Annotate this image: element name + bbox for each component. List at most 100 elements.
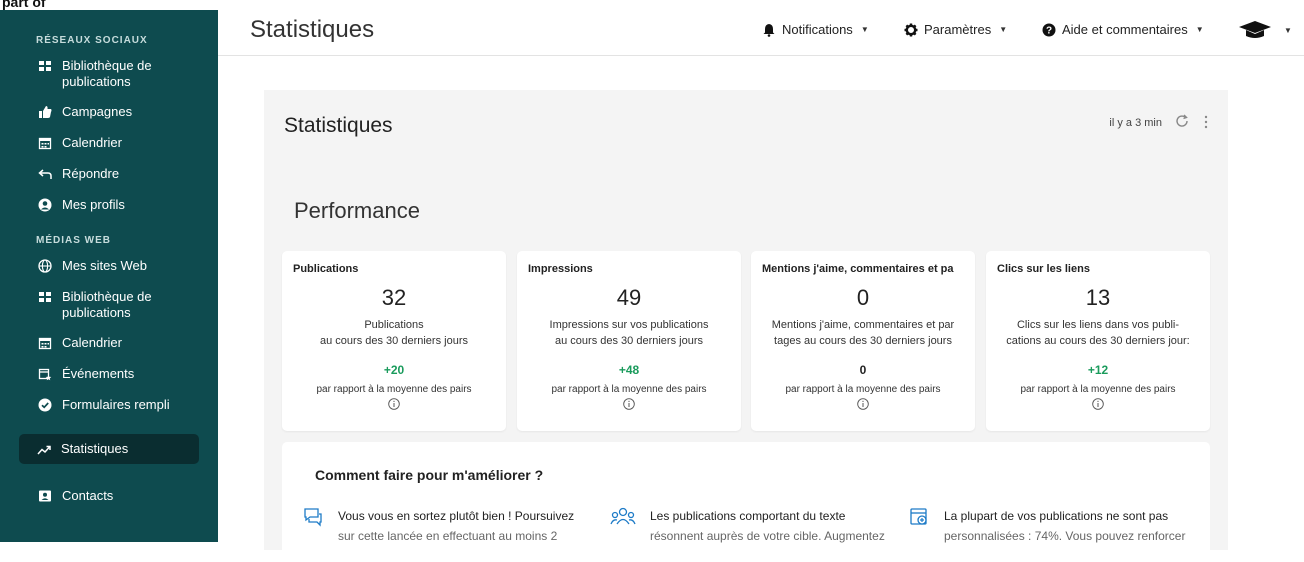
tip-text: La plupart de vos publications ne sont p… <box>944 509 1186 543</box>
sidebar-item-label: Statistiques <box>61 441 129 456</box>
tip-item: La plupart de vos publications ne sont p… <box>908 506 1185 546</box>
sidebar-item-contacts[interactable]: Contacts <box>0 488 218 519</box>
svg-text:?: ? <box>1046 25 1052 36</box>
sidebar-item-label: Formulaires rempli <box>62 397 170 412</box>
metric-card-link-clicks: Clics sur les liens 13 Clics sur les lie… <box>986 251 1210 431</box>
metric-delta: +20 <box>383 363 405 377</box>
trend-icon <box>37 443 51 457</box>
last-updated: il y a 3 min <box>1109 117 1162 129</box>
chevron-down-icon: ▼ <box>1195 25 1204 34</box>
section-heading-performance: Performance <box>294 198 420 223</box>
metric-delta: +48 <box>618 363 640 377</box>
bell-icon <box>762 23 776 37</box>
reply-icon <box>38 167 52 181</box>
help-icon: ? <box>1042 23 1056 37</box>
metric-value: 32 <box>381 285 407 310</box>
sidebar-item-label: Mes profils <box>62 197 125 212</box>
tip-text: Vous vous en sortez plutôt bien ! Poursu… <box>338 509 575 543</box>
sidebar-item-label: Bibliothèque de publications <box>62 58 152 89</box>
metric-description: Impressions sur vos publications au cours… <box>549 319 709 347</box>
page-title: Statistiques <box>250 16 375 43</box>
tip-text: Les publications comportant du texte réso… <box>650 509 885 543</box>
improvement-tips-card: Comment faire pour m'améliorer ? Vous vo… <box>282 442 1210 562</box>
more-vertical-icon[interactable] <box>1204 114 1208 130</box>
sidebar-item-events[interactable]: Événements <box>0 366 218 397</box>
metric-description: Publications au cours des 30 derniers jou… <box>320 319 468 347</box>
grid-icon <box>38 290 52 304</box>
metric-title: Mentions j'aime, commentaires et pa <box>762 263 954 275</box>
metric-value: 0 <box>856 285 870 310</box>
sidebar-item-label: Événements <box>62 366 135 381</box>
calendar-icon <box>38 136 52 150</box>
notifications-label: Notifications <box>782 22 853 37</box>
sidebar-item-calendar[interactable]: Calendrier <box>0 135 218 166</box>
metric-value: 49 <box>616 285 642 310</box>
chevron-down-icon: ▼ <box>860 25 869 34</box>
metric-delta: 0 <box>859 363 867 377</box>
info-icon[interactable] <box>857 398 869 410</box>
metric-title: Clics sur les liens <box>997 263 1090 275</box>
thumbs-up-icon <box>38 105 52 119</box>
sidebar-item-statistics[interactable]: Statistiques <box>19 434 199 464</box>
calendar-add-icon <box>910 508 927 525</box>
help-label: Aide et commentaires <box>1062 22 1188 37</box>
sidebar-item-label: Calendrier <box>62 335 122 350</box>
calendar-icon <box>38 336 52 350</box>
metric-peer-note: par rapport à la moyenne des pairs <box>316 384 472 395</box>
improvement-title: Comment faire pour m'améliorer ? <box>315 467 544 483</box>
check-circle-icon <box>38 398 52 412</box>
sidebar-item-label: Répondre <box>62 166 120 181</box>
metric-title: Publications <box>293 263 359 275</box>
gear-icon <box>904 23 918 37</box>
info-icon[interactable] <box>623 398 635 410</box>
settings-label: Paramètres <box>924 22 992 37</box>
notifications-menu[interactable]: Notifications ▼ <box>762 22 869 37</box>
help-menu[interactable]: ? Aide et commentaires ▼ <box>1042 22 1204 37</box>
sidebar-item-forms[interactable]: Formulaires rempli <box>0 397 218 428</box>
sidebar-item-web-calendar[interactable]: Calendrier <box>0 335 218 366</box>
sidebar-item-campaigns[interactable]: Campagnes <box>0 104 218 135</box>
metric-value: 13 <box>1085 285 1111 310</box>
metric-card-impressions: Impressions 49 Impressions sur vos publi… <box>517 251 741 431</box>
top-header: Statistiques Notifications ▼ Paramètres … <box>218 10 1304 56</box>
user-circle-icon <box>38 198 52 212</box>
sidebar-item-websites[interactable]: Mes sites Web <box>0 258 218 289</box>
sidebar-item-profiles[interactable]: Mes profils <box>0 197 218 228</box>
sidebar: RÉSEAUX SOCIAUX Bibliothèque de publicati… <box>0 0 218 542</box>
grid-icon <box>38 59 52 73</box>
sidebar-item-reply[interactable]: Répondre <box>0 166 218 197</box>
sidebar-item-web-publications-library[interactable]: Bibliothèque de publications <box>0 289 218 335</box>
users-icon <box>610 507 636 525</box>
metric-description: Clics sur les liens dans vos publi-catio… <box>1006 319 1190 347</box>
metric-delta: +12 <box>1087 363 1109 377</box>
metric-description: Mentions j'aime, commentaires et par tage… <box>771 319 955 347</box>
contact-card-icon <box>38 489 52 503</box>
calendar-star-icon <box>38 367 52 381</box>
metric-peer-note: par rapport à la moyenne des pairs <box>785 384 941 395</box>
academy-menu[interactable]: ▼ <box>1238 20 1292 40</box>
metric-title: Impressions <box>528 263 593 275</box>
sidebar-item-label: Bibliothèque de publications <box>62 289 152 320</box>
globe-icon <box>38 259 52 273</box>
tip-item: Les publications comportant du texte réso… <box>610 506 885 546</box>
sidebar-item-label: Campagnes <box>62 104 133 119</box>
metric-peer-note: par rapport à la moyenne des pairs <box>1020 384 1176 395</box>
settings-menu[interactable]: Paramètres ▼ <box>904 22 1007 37</box>
sidebar-item-publications-library[interactable]: Bibliothèque de publications <box>0 58 218 104</box>
chevron-down-icon: ▼ <box>999 25 1008 34</box>
sidebar-item-label: Calendrier <box>62 135 122 150</box>
metric-card-publications: Publications 32 Publications au cours des… <box>282 251 506 431</box>
metric-card-engagement: Mentions j'aime, commentaires et pa 0 Me… <box>751 251 975 431</box>
info-icon[interactable] <box>1092 398 1104 410</box>
sidebar-item-label: Mes sites Web <box>62 258 148 273</box>
refresh-icon[interactable] <box>1174 113 1190 129</box>
statistics-panel: Statistiques il y a 3 min Performance Pu… <box>264 90 1228 562</box>
section-social-title: RÉSEAUX SOCIAUX <box>36 35 148 46</box>
chevron-down-icon: ▼ <box>1284 25 1292 35</box>
info-icon[interactable] <box>388 398 400 410</box>
cropped-top-text: part of <box>0 0 60 10</box>
panel-title: Statistiques <box>284 114 393 137</box>
section-web-title: MÉDIAS WEB <box>36 235 111 246</box>
sidebar-item-label: Contacts <box>62 488 114 503</box>
tip-item: Vous vous en sortez plutôt bien ! Poursu… <box>302 506 574 546</box>
